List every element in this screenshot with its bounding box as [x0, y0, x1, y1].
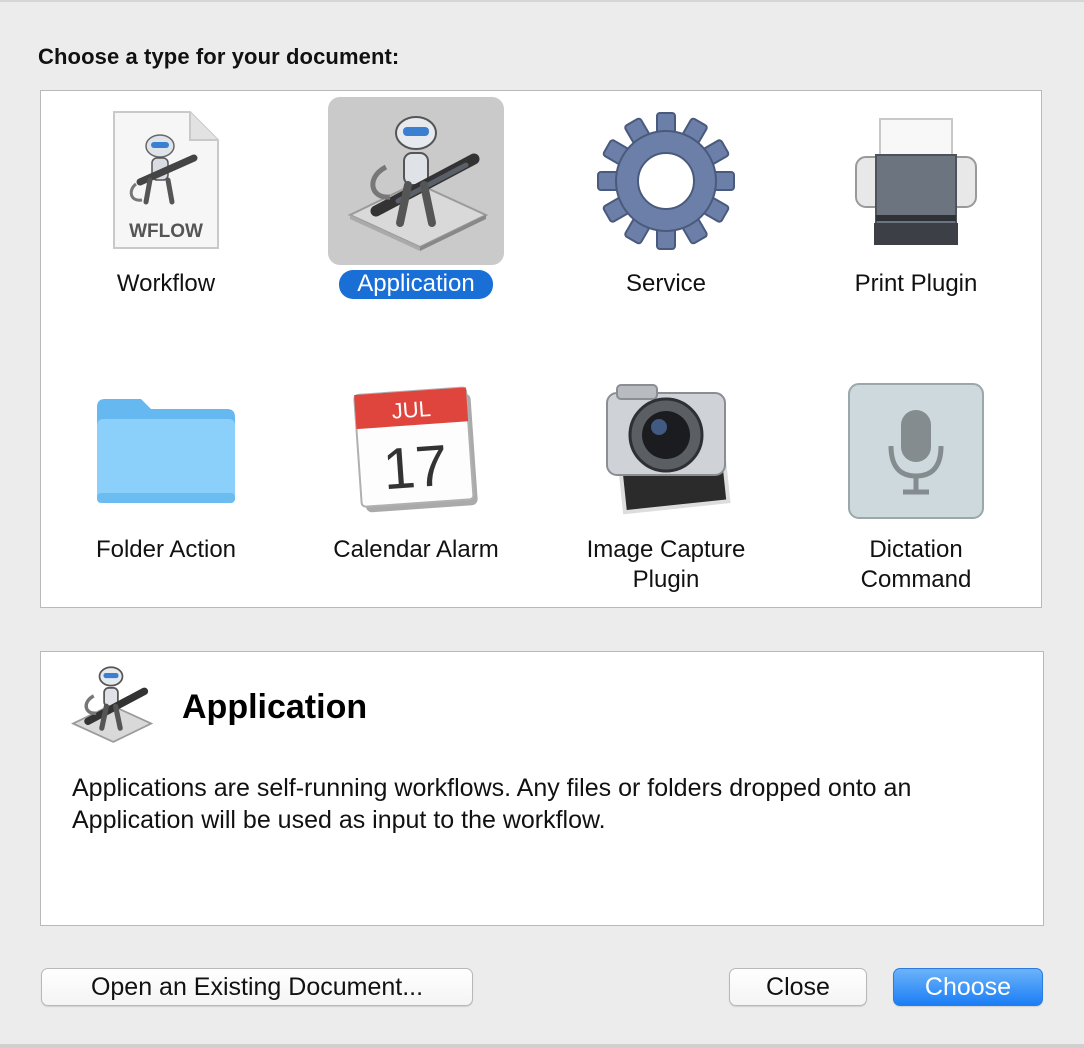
calendar-day: 17: [381, 433, 450, 502]
calendar-icon: JUL 17: [328, 365, 504, 533]
type-folder-action[interactable]: Folder Action: [41, 355, 291, 605]
type-workflow[interactable]: WFLOW Workflow: [41, 91, 291, 341]
gear-icon: [578, 97, 754, 265]
microphone-icon: [828, 367, 1004, 535]
description-title: Application: [182, 688, 368, 726]
type-label: Folder Action: [95, 536, 237, 563]
window-bottom-border: [0, 1044, 1084, 1048]
type-label: Print Plugin: [854, 270, 978, 297]
description-text: Applications are self-running workflows.…: [72, 774, 912, 834]
type-label: Image Capture Plugin: [586, 536, 746, 593]
type-calendar-alarm[interactable]: JUL 17 Calendar Alarm: [291, 355, 541, 605]
dialog-heading: Choose a type for your document:: [38, 44, 400, 69]
automator-robot-icon: [65, 658, 157, 755]
folder-icon: [78, 365, 254, 533]
type-label: Dictation Command: [860, 536, 972, 593]
type-application[interactable]: Application: [291, 91, 541, 341]
open-existing-document-button[interactable]: Open an Existing Document...: [41, 968, 473, 1006]
type-label: Calendar Alarm: [333, 536, 499, 563]
type-dictation-command[interactable]: Dictation Command: [791, 355, 1041, 605]
type-image-capture-plugin[interactable]: Image Capture Plugin: [541, 355, 791, 605]
type-label: Workflow: [116, 270, 216, 297]
type-service[interactable]: Service: [541, 91, 791, 341]
calendar-month: JUL: [391, 396, 432, 424]
workflow-document-icon: WFLOW: [78, 97, 254, 265]
camera-icon: [578, 365, 754, 533]
description-panel: Application Applications are self-runnin…: [40, 651, 1044, 926]
choose-button[interactable]: Choose: [893, 968, 1043, 1006]
document-type-grid: WFLOW Workflow Application Service Print…: [40, 90, 1042, 608]
automator-robot-icon: [328, 97, 504, 265]
type-label: Application: [291, 269, 541, 299]
workflow-badge-text: WFLOW: [129, 221, 203, 242]
window-top-border: [0, 0, 1084, 2]
printer-icon: [828, 97, 1004, 265]
type-label: Service: [625, 270, 707, 297]
close-button[interactable]: Close: [729, 968, 867, 1006]
type-print-plugin[interactable]: Print Plugin: [791, 91, 1041, 341]
